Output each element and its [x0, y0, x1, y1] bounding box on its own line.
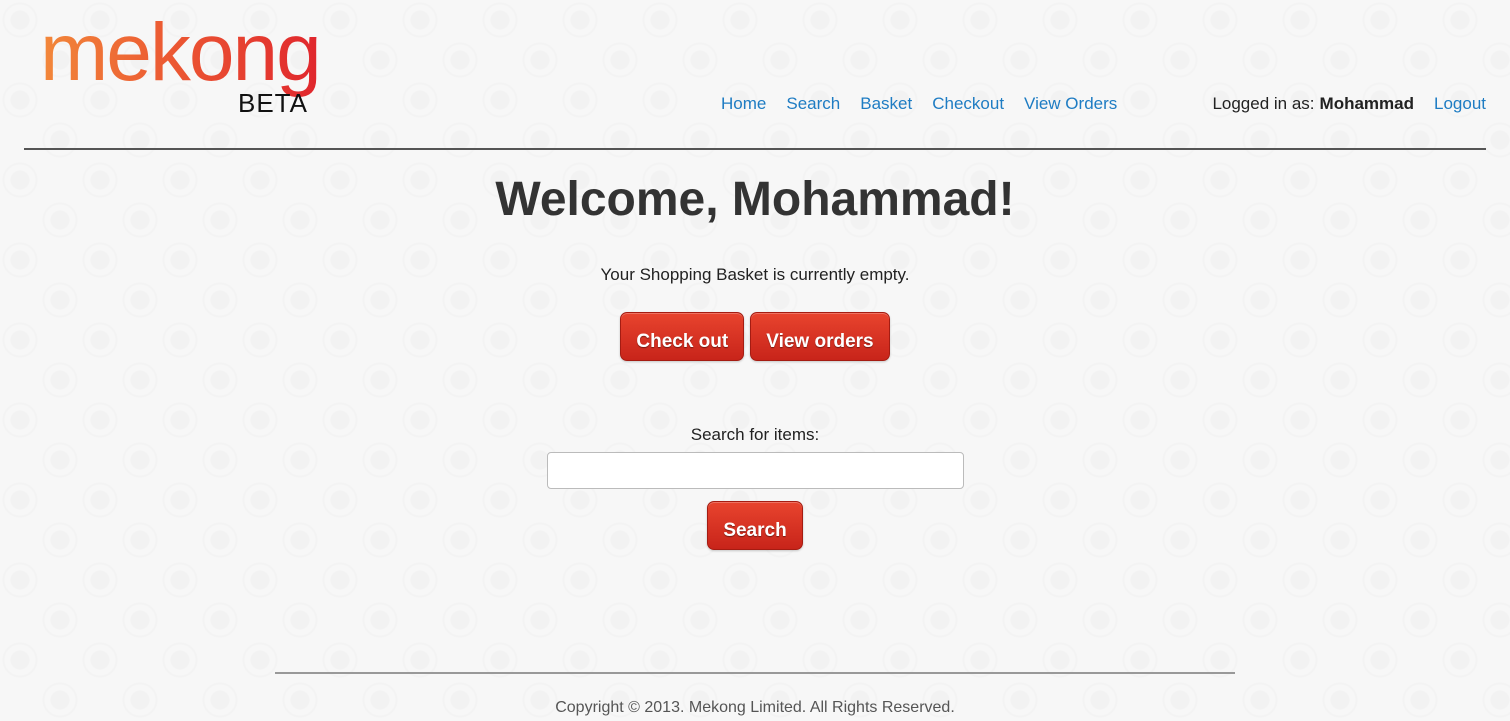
- nav-view-orders-link[interactable]: View Orders: [1024, 93, 1117, 115]
- copyright-text: Copyright © 2013. Mekong Limited. All Ri…: [555, 699, 955, 716]
- user-status: Logged in as: Mohammad Logout: [1212, 93, 1486, 115]
- mekong-logo: mekong BETA: [40, 8, 380, 120]
- logged-in-label: Logged in as:: [1212, 94, 1315, 113]
- welcome-heading: Welcome, Mohammad!: [495, 173, 1015, 226]
- basket-status-text: Your Shopping Basket is currently empty.: [600, 265, 910, 284]
- check-out-button[interactable]: Check out: [620, 312, 745, 361]
- search-input[interactable]: [546, 452, 964, 489]
- search-actions: Search: [0, 501, 1510, 550]
- logo-wordmark: mekong: [40, 7, 322, 98]
- nav-search-link[interactable]: Search: [786, 93, 840, 115]
- username: Mohammad: [1319, 94, 1414, 113]
- logout-link[interactable]: Logout: [1434, 93, 1486, 115]
- header-divider: [24, 148, 1486, 150]
- main-content: Welcome, Mohammad! Your Shopping Basket …: [0, 160, 1510, 550]
- nav-home-link[interactable]: Home: [721, 93, 766, 115]
- footer-divider: [275, 672, 1235, 674]
- basket-actions: Check out View orders: [0, 312, 1510, 361]
- nav-basket-link[interactable]: Basket: [860, 93, 912, 115]
- view-orders-button[interactable]: View orders: [750, 312, 890, 361]
- search-button[interactable]: Search: [707, 501, 803, 550]
- logo-beta-tag: BETA: [238, 88, 308, 118]
- main-nav: Home Search Basket Checkout View Orders: [721, 93, 1137, 115]
- nav-checkout-link[interactable]: Checkout: [932, 93, 1004, 115]
- search-label: Search for items:: [690, 425, 820, 444]
